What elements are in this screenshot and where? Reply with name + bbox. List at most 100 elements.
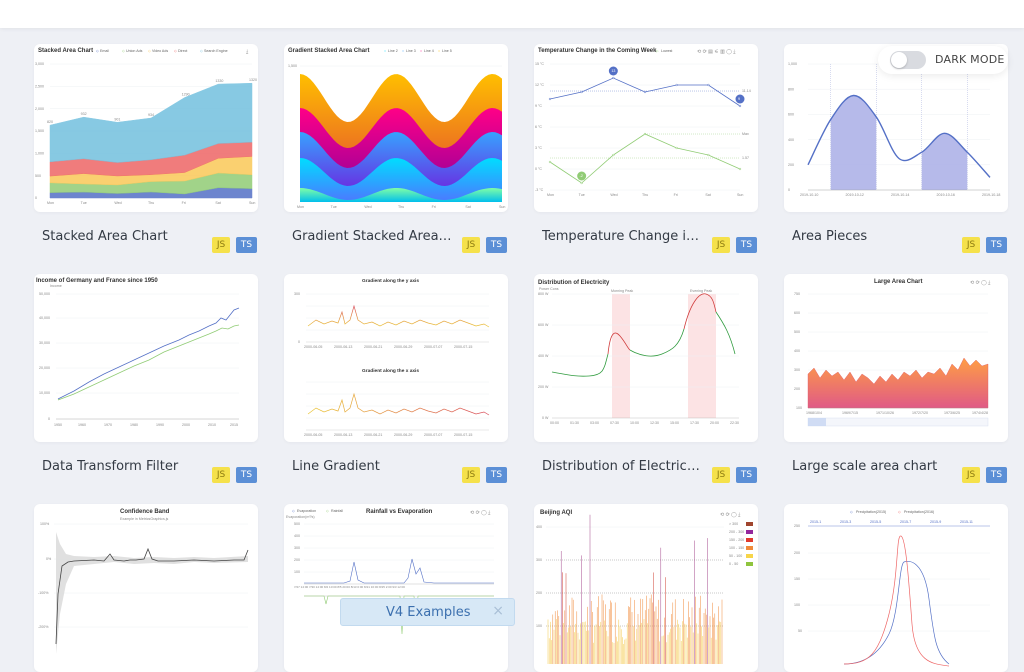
piece-label: 200 - 300 bbox=[729, 530, 744, 534]
svg-text:200: 200 bbox=[294, 558, 300, 562]
y-tick-label: 500 bbox=[35, 174, 41, 178]
area-piece bbox=[830, 95, 968, 190]
electricity-chart: Distribution of Electricity Power Cons M… bbox=[538, 280, 739, 425]
svg-text:Morning Peak: Morning Peak bbox=[611, 289, 633, 293]
svg-text:00:00: 00:00 bbox=[550, 421, 559, 425]
svg-text:Gradient along the y axis: Gradient along the y axis bbox=[362, 278, 419, 284]
x-tick-label: Mon bbox=[47, 201, 54, 205]
js-badge[interactable]: JS bbox=[962, 467, 980, 483]
piece-swatch bbox=[746, 522, 753, 526]
svg-text:30,000: 30,000 bbox=[39, 341, 50, 345]
data-point bbox=[612, 153, 615, 157]
chart-thumbnail[interactable]: ◇ Precipitation(2015) ◇ Precipitation(2016… bbox=[784, 504, 1008, 672]
mark-point-label: 13 bbox=[611, 69, 615, 73]
chart-thumbnail[interactable]: Gradient along the y axis 0 300 2000-06-0… bbox=[284, 274, 508, 442]
ts-badge[interactable]: TS bbox=[736, 237, 757, 253]
germany-line bbox=[57, 307, 240, 400]
x-tick-label: Tue bbox=[81, 201, 87, 205]
svg-text:2000-06-13: 2000-06-13 bbox=[334, 433, 352, 437]
y-tick-label: 2,000 bbox=[35, 107, 44, 111]
js-badge[interactable]: JS bbox=[962, 237, 980, 253]
svg-text:2000-07-15: 2000-07-15 bbox=[454, 345, 472, 349]
card-title[interactable]: Line Gradient bbox=[292, 459, 452, 474]
svg-text:200 W: 200 W bbox=[538, 385, 549, 389]
ts-badge[interactable]: TS bbox=[486, 467, 507, 483]
svg-text:◇: ◇ bbox=[326, 509, 330, 513]
card-title[interactable]: Distribution of Electricity bbox=[542, 459, 702, 474]
confidence-band-chart: Confidence Band Example in MetricsGraphi… bbox=[38, 509, 249, 654]
card-title[interactable]: Temperature Change in t... bbox=[542, 229, 702, 244]
svg-text:2000-06-21: 2000-06-21 bbox=[364, 433, 382, 437]
ts-badge[interactable]: TS bbox=[236, 467, 257, 483]
js-badge[interactable]: JS bbox=[212, 237, 230, 253]
y-tick-label: 12 °C bbox=[535, 83, 544, 87]
chart-thumbnail[interactable]: Large Area Chart ⟲ ⟳ ◯ ⤓ 750 600 500 400 300… bbox=[784, 274, 1008, 442]
card-title[interactable]: Stacked Area Chart bbox=[42, 229, 202, 244]
svg-text:200: 200 bbox=[794, 551, 800, 555]
svg-text:10,000: 10,000 bbox=[39, 391, 50, 395]
ts-badge[interactable]: TS bbox=[986, 467, 1007, 483]
v4-examples-link[interactable]: V4 Examples bbox=[386, 605, 470, 620]
dark-mode-switch[interactable] bbox=[890, 51, 926, 69]
dark-mode-toggle[interactable]: DARK MODE bbox=[878, 46, 1008, 74]
stacked-area-chart: Stacked Area Chart ◇ Email ◇ Union Ads ◇ Vide… bbox=[35, 48, 257, 205]
svg-text:100: 100 bbox=[794, 603, 800, 607]
js-badge[interactable]: JS bbox=[462, 237, 480, 253]
examples-grid: Stacked Area Chart ◇ Email ◇ Union Ads ◇ Vide… bbox=[0, 28, 1024, 672]
svg-text:400 W: 400 W bbox=[538, 354, 549, 358]
card-title[interactable]: Gradient Stacked Area Ch... bbox=[292, 229, 452, 244]
data-point bbox=[580, 90, 583, 94]
data-point bbox=[707, 153, 710, 157]
data-point bbox=[612, 76, 615, 80]
js-badge[interactable]: JS bbox=[712, 237, 730, 253]
mark-point-pin bbox=[735, 94, 745, 104]
legend-item: Line 3 bbox=[406, 49, 416, 53]
chart-thumbnail[interactable]: Beijing AQI ⟲ ⟳ ◯ ⤓ 400 300 200 100 > 30… bbox=[534, 504, 758, 672]
svg-text:Evaporation(m³/s): Evaporation(m³/s) bbox=[286, 515, 315, 519]
chart-title: Temperature Change in the Coming Week bbox=[538, 48, 657, 54]
card-title[interactable]: Area Pieces bbox=[792, 229, 952, 244]
svg-text:400: 400 bbox=[536, 525, 542, 529]
svg-text:1969/7/15: 1969/7/15 bbox=[842, 411, 858, 415]
svg-text:-200%: -200% bbox=[38, 625, 49, 629]
svg-text:◇: ◇ bbox=[898, 510, 902, 514]
chart-thumbnail[interactable]: Income of Germany and France since 1950 … bbox=[34, 274, 258, 442]
js-badge[interactable]: JS bbox=[462, 467, 480, 483]
card-title[interactable]: Large scale area chart bbox=[792, 459, 952, 474]
close-icon[interactable]: × bbox=[492, 603, 504, 619]
income-chart: Income of Germany and France since 1950 … bbox=[36, 278, 240, 427]
legend-item: Direct bbox=[178, 49, 187, 53]
ts-badge[interactable]: TS bbox=[236, 237, 257, 253]
large-area-chart: Large Area Chart ⟲ ⟳ ◯ ⤓ 750 600 500 400 300… bbox=[794, 279, 991, 427]
chart-thumbnail[interactable]: Gradient Stacked Area Chart ○ Line 2 ○ Line… bbox=[284, 44, 508, 212]
data-point bbox=[643, 90, 647, 94]
y-tick-label: 600 bbox=[788, 113, 794, 117]
legend-icon: ○ bbox=[438, 49, 440, 53]
data-label: 901 bbox=[114, 117, 120, 121]
piece-swatch bbox=[746, 530, 753, 534]
chart-thumbnail[interactable]: ◇ Evaporation ◇ Rainfall Rainfall vs Evapo… bbox=[284, 504, 508, 672]
piece-label: > 300 bbox=[729, 522, 738, 526]
chart-thumbnail[interactable]: Stacked Area Chart ◇ Email ◇ Union Ads ◇ Vide… bbox=[34, 44, 258, 212]
js-badge[interactable]: JS bbox=[712, 467, 730, 483]
ts-badge[interactable]: TS bbox=[486, 237, 507, 253]
v4-examples-banner[interactable]: V4 Examples × bbox=[340, 598, 515, 626]
y-tick-label: 6 °C bbox=[535, 125, 542, 129]
svg-text:1,500: 1,500 bbox=[288, 64, 297, 68]
gradient-stacked-area-chart: Gradient Stacked Area Chart ○ Line 2 ○ Line… bbox=[288, 48, 505, 209]
ts-badge[interactable]: TS bbox=[986, 237, 1007, 253]
svg-text:Power Cons: Power Cons bbox=[539, 287, 559, 291]
svg-text:50: 50 bbox=[798, 629, 802, 633]
svg-text:250: 250 bbox=[794, 524, 800, 528]
legend-icon: ▷ bbox=[656, 49, 660, 53]
chart-thumbnail[interactable]: Confidence Band Example in MetricsGraphi… bbox=[34, 504, 258, 672]
svg-text:⟲ ⟳ ◯ ⤓: ⟲ ⟳ ◯ ⤓ bbox=[720, 512, 741, 518]
chart-thumbnail[interactable]: Temperature Change in the Coming Week ⟲ … bbox=[534, 44, 758, 212]
svg-text:1971/10/26: 1971/10/26 bbox=[876, 411, 894, 415]
rainfall-evaporation-chart: ◇ Evaporation ◇ Rainfall Rainfall vs Evapo… bbox=[286, 509, 494, 635]
chart-thumbnail[interactable]: Distribution of Electricity Power Cons M… bbox=[534, 274, 758, 442]
svg-text:2000-06-29: 2000-06-29 bbox=[394, 433, 412, 437]
js-badge[interactable]: JS bbox=[212, 467, 230, 483]
card-title[interactable]: Data Transform Filter bbox=[42, 459, 202, 474]
ts-badge[interactable]: TS bbox=[736, 467, 757, 483]
